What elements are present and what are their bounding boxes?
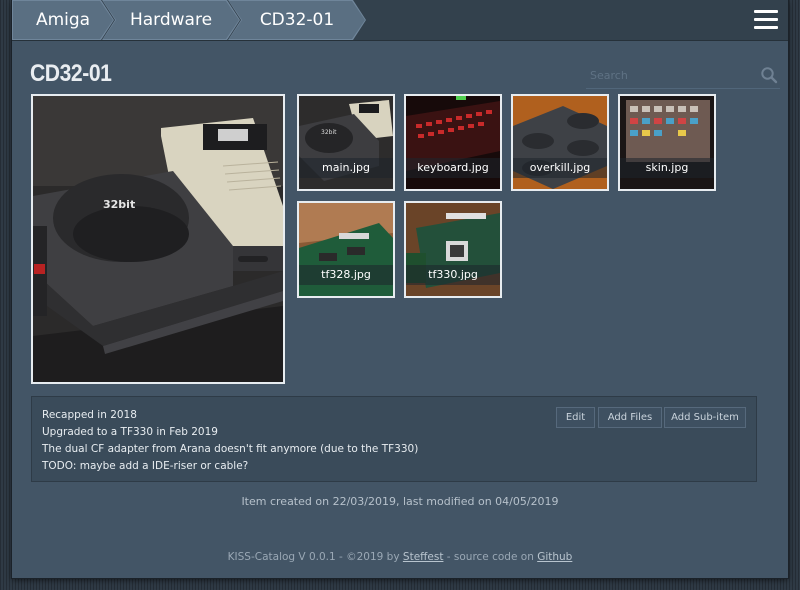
footer-text: - source code on bbox=[443, 551, 538, 563]
note-line: Recapped in 2018 bbox=[42, 409, 137, 421]
note-line: The dual CF adapter from Arana doesn't f… bbox=[42, 443, 419, 455]
add-files-button[interactable]: Add Files bbox=[598, 407, 662, 428]
breadcrumb-item-current[interactable]: CD32-01 bbox=[228, 0, 366, 40]
svg-text:32bit: 32bit bbox=[321, 129, 337, 136]
search-box bbox=[586, 64, 780, 89]
breadcrumb-item-hardware[interactable]: Hardware bbox=[102, 0, 240, 40]
breadcrumb-label: CD32-01 bbox=[259, 10, 335, 30]
thumbnail-overkill[interactable]: overkill.jpg bbox=[511, 94, 609, 191]
edit-button[interactable]: Edit bbox=[556, 407, 595, 428]
notes-panel: Recapped in 2018 Upgraded to a TF330 in … bbox=[31, 396, 757, 482]
thumbnail-tf328[interactable]: tf328.jpg bbox=[297, 201, 395, 298]
footer: KISS-Catalog V 0.0.1 - ©2019 by Steffest… bbox=[12, 551, 788, 563]
app-frame: Amiga Hardware CD32-01 CD32-01 Search 32… bbox=[12, 0, 788, 578]
thumbnail-tf330[interactable]: tf330.jpg bbox=[404, 201, 502, 298]
svg-text:32bit: 32bit bbox=[103, 198, 135, 211]
hamburger-menu-icon[interactable] bbox=[754, 10, 778, 30]
breadcrumb-item-amiga[interactable]: Amiga bbox=[12, 0, 114, 40]
author-link[interactable]: Steffest bbox=[403, 551, 444, 563]
top-bar: Amiga Hardware CD32-01 bbox=[12, 0, 788, 41]
thumbnail-label: tf330.jpg bbox=[406, 265, 500, 285]
thumbnail-label: main.jpg bbox=[299, 158, 393, 178]
search-input[interactable] bbox=[586, 64, 754, 86]
thumbnail-label: tf328.jpg bbox=[299, 265, 393, 285]
note-line: TODO: maybe add a IDE-riser or cable? bbox=[42, 460, 249, 472]
search-icon[interactable] bbox=[760, 66, 778, 84]
item-timestamps: Item created on 22/03/2019, last modifie… bbox=[241, 495, 559, 508]
breadcrumb-label: Hardware bbox=[129, 10, 213, 30]
thumbnail-label: skin.jpg bbox=[620, 158, 714, 178]
breadcrumb-label: Amiga bbox=[35, 10, 91, 30]
thumbnail-skin[interactable]: skin.jpg bbox=[618, 94, 716, 191]
note-line: Upgraded to a TF330 in Feb 2019 bbox=[42, 426, 218, 438]
github-link[interactable]: Github bbox=[537, 551, 572, 563]
add-sub-item-button[interactable]: Add Sub-item bbox=[664, 407, 746, 428]
thumbnail-main[interactable]: 32bit main.jpg bbox=[297, 94, 395, 191]
thumbnail-label: keyboard.jpg bbox=[406, 158, 500, 178]
thumbnail-keyboard[interactable]: keyboard.jpg bbox=[404, 94, 502, 191]
footer-text: KISS-Catalog V 0.0.1 - ©2019 by bbox=[227, 551, 403, 563]
page-title: CD32-01 bbox=[30, 60, 112, 87]
main-photo[interactable]: 32bit bbox=[31, 94, 285, 384]
thumbnail-label: overkill.jpg bbox=[513, 158, 607, 178]
